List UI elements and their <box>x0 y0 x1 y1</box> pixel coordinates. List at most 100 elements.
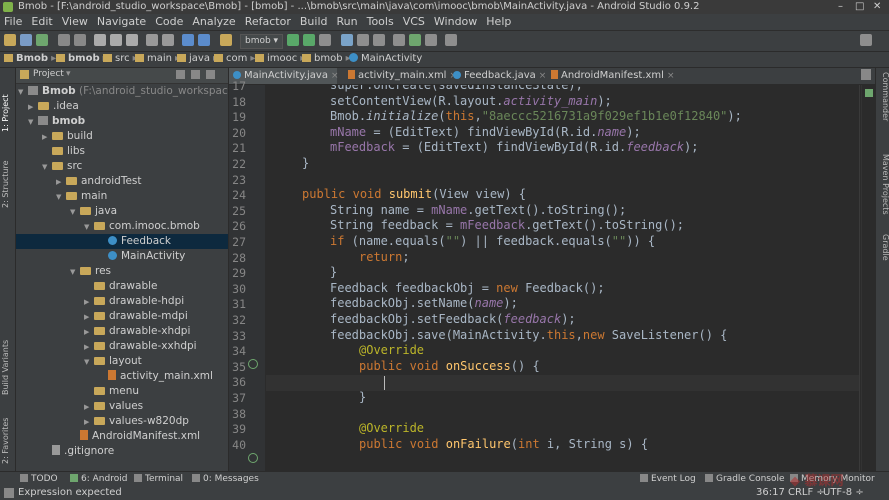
debug-icon[interactable] <box>303 34 315 46</box>
tree-node[interactable]: ▶ values-w820dp <box>16 414 228 429</box>
code-line[interactable]: feedbackObj.setName(name); <box>330 296 518 310</box>
expand-right-icon[interactable]: ▶ <box>84 310 94 325</box>
tool-tab-todo[interactable]: TODO <box>20 474 58 484</box>
project-structure-icon[interactable] <box>393 34 405 46</box>
menu-build[interactable]: Build <box>296 14 333 28</box>
tree-node[interactable]: Feedback <box>16 234 228 249</box>
tree-node[interactable]: ▼ main <box>16 189 228 204</box>
expand-down-icon[interactable]: ▼ <box>42 160 52 175</box>
code-line[interactable]: Feedback feedbackObj = new Feedback(); <box>330 281 605 295</box>
tree-node[interactable]: ▼ Bmob (F:\android_studio_workspace\Bm <box>16 84 228 99</box>
tree-node[interactable]: ▶ drawable-hdpi <box>16 294 228 309</box>
code-line[interactable]: String feedback = mFeedback.getText().to… <box>330 218 684 232</box>
make-project-icon[interactable] <box>220 34 232 46</box>
maximize-button[interactable]: □ <box>855 1 864 12</box>
override-marker-icon[interactable] <box>248 453 258 463</box>
expand-down-icon[interactable]: ▼ <box>28 115 38 130</box>
cut-icon[interactable] <box>94 34 106 46</box>
code-line[interactable]: } <box>359 390 366 404</box>
help-icon[interactable] <box>445 34 457 46</box>
tool-tab-commander[interactable]: Commander <box>877 72 889 132</box>
expand-down-icon[interactable]: ▼ <box>56 190 66 205</box>
code-line[interactable]: feedbackObj.save(MainActivity.this,new S… <box>330 328 727 342</box>
expand-down-icon[interactable]: ▼ <box>70 205 80 220</box>
collapse-all-icon[interactable] <box>191 70 200 79</box>
expand-right-icon[interactable]: ▶ <box>42 130 52 145</box>
expand-right-icon[interactable]: ▶ <box>56 175 66 190</box>
minimize-button[interactable]: – <box>838 1 843 12</box>
tree-node[interactable]: ▶ drawable-xxhdpi <box>16 339 228 354</box>
code-line[interactable]: setContentView(R.layout.activity_main); <box>330 94 612 108</box>
attach-debugger-icon[interactable] <box>319 34 331 46</box>
expand-right-icon[interactable]: ▶ <box>84 325 94 340</box>
code-line[interactable]: feedbackObj.setFeedback(feedback); <box>330 312 576 326</box>
expand-right-icon[interactable]: ▶ <box>84 415 94 430</box>
breadcrumb-item[interactable]: main▸ <box>135 53 180 64</box>
expand-right-icon[interactable]: ▶ <box>28 100 38 115</box>
tree-node[interactable]: libs <box>16 144 228 159</box>
menu-vcs[interactable]: VCS <box>399 14 430 28</box>
tree-node[interactable]: AndroidManifest.xml <box>16 429 228 444</box>
tree-node[interactable]: ▶ drawable-mdpi <box>16 309 228 324</box>
menu-analyze[interactable]: Analyze <box>188 14 240 28</box>
forward-icon[interactable] <box>198 34 210 46</box>
tree-node[interactable]: drawable <box>16 279 228 294</box>
code-line[interactable]: public void submit(View view) { <box>302 187 526 201</box>
tool-tab-gradle[interactable]: Gradle <box>877 234 889 274</box>
paste-icon[interactable] <box>126 34 138 46</box>
menu-refactor[interactable]: Refactor <box>241 14 296 28</box>
menu-navigate[interactable]: Navigate <box>93 14 151 28</box>
toggle-tool-windows-icon[interactable] <box>4 488 14 498</box>
tool-tab-event-log[interactable]: Event Log <box>640 474 696 484</box>
copy-icon[interactable] <box>110 34 122 46</box>
tool-tab-structure[interactable]: 2: Structure <box>1 138 14 208</box>
run-config-select[interactable]: bmob ▾ <box>240 34 284 49</box>
tree-node[interactable]: ▼ src <box>16 159 228 174</box>
code-line[interactable]: String name = mName.getText().toString()… <box>330 203 626 217</box>
close-tab-icon[interactable]: × <box>667 71 675 81</box>
code-line[interactable]: if (name.equals("") || feedback.equals("… <box>330 234 655 248</box>
tool-tab-maven-projects[interactable]: Maven Projects <box>877 154 889 224</box>
menu-file[interactable]: File <box>0 14 27 28</box>
tree-node[interactable]: ▼ com.imooc.bmob <box>16 219 228 234</box>
tree-node[interactable]: .gitignore <box>16 444 228 459</box>
breadcrumb-item[interactable]: bmob▸ <box>302 53 351 64</box>
project-view-select[interactable]: Project <box>33 69 64 79</box>
sync-icon[interactable] <box>36 34 48 46</box>
code-line[interactable]: public void onFailure(int i, String s) { <box>359 437 648 451</box>
find-icon[interactable] <box>146 34 158 46</box>
search-everywhere-icon[interactable] <box>860 34 872 46</box>
tree-node[interactable]: ▶ build <box>16 129 228 144</box>
expand-down-icon[interactable]: ▼ <box>84 220 94 235</box>
tree-node[interactable]: ▶ .idea <box>16 99 228 114</box>
device-monitor-icon[interactable] <box>341 34 353 46</box>
tab-activity-main-xml[interactable]: activity_main.xml× <box>344 68 457 84</box>
expand-right-icon[interactable]: ▶ <box>84 295 94 310</box>
tool-tab-gradle-console[interactable]: Gradle Console <box>705 474 785 484</box>
breadcrumb-item[interactable]: src▸ <box>103 53 138 64</box>
code-line[interactable]: super.onCreate(savedInstanceState); <box>330 85 583 92</box>
caret-position[interactable]: 36:17 <box>756 487 785 498</box>
tree-node[interactable]: ▼ bmob <box>16 114 228 129</box>
breadcrumb-item[interactable]: com ▸ <box>214 53 255 64</box>
tree-node[interactable]: activity_main.xml <box>16 369 228 384</box>
tab-androidmanifest-xml[interactable]: AndroidManifest.xml × <box>547 68 675 84</box>
open-icon[interactable] <box>4 34 16 46</box>
menu-tools[interactable]: Tools <box>363 14 399 28</box>
expand-down-icon[interactable]: ▼ <box>70 265 80 280</box>
tool-tab-project[interactable]: 1: Project <box>1 72 14 132</box>
undo-icon[interactable] <box>58 34 70 46</box>
override-marker-icon[interactable] <box>248 359 258 369</box>
tabs-menu-icon[interactable] <box>861 69 871 80</box>
tree-node[interactable]: ▼ layout <box>16 354 228 369</box>
tool-tab-android[interactable]: 6: Android <box>70 474 127 484</box>
close-tab-icon[interactable]: × <box>539 71 547 81</box>
tree-node[interactable]: ▶ drawable-xhdpi <box>16 324 228 339</box>
chevron-down-icon[interactable]: ▾ <box>66 69 71 79</box>
close-tab-icon[interactable]: × <box>331 71 339 81</box>
sync-tree-icon[interactable] <box>176 70 185 79</box>
code-line[interactable]: } <box>330 265 337 279</box>
menu-run[interactable]: Run <box>333 14 363 28</box>
tree-node[interactable]: ▶ androidTest <box>16 174 228 189</box>
tree-node[interactable]: ▼ java <box>16 204 228 219</box>
